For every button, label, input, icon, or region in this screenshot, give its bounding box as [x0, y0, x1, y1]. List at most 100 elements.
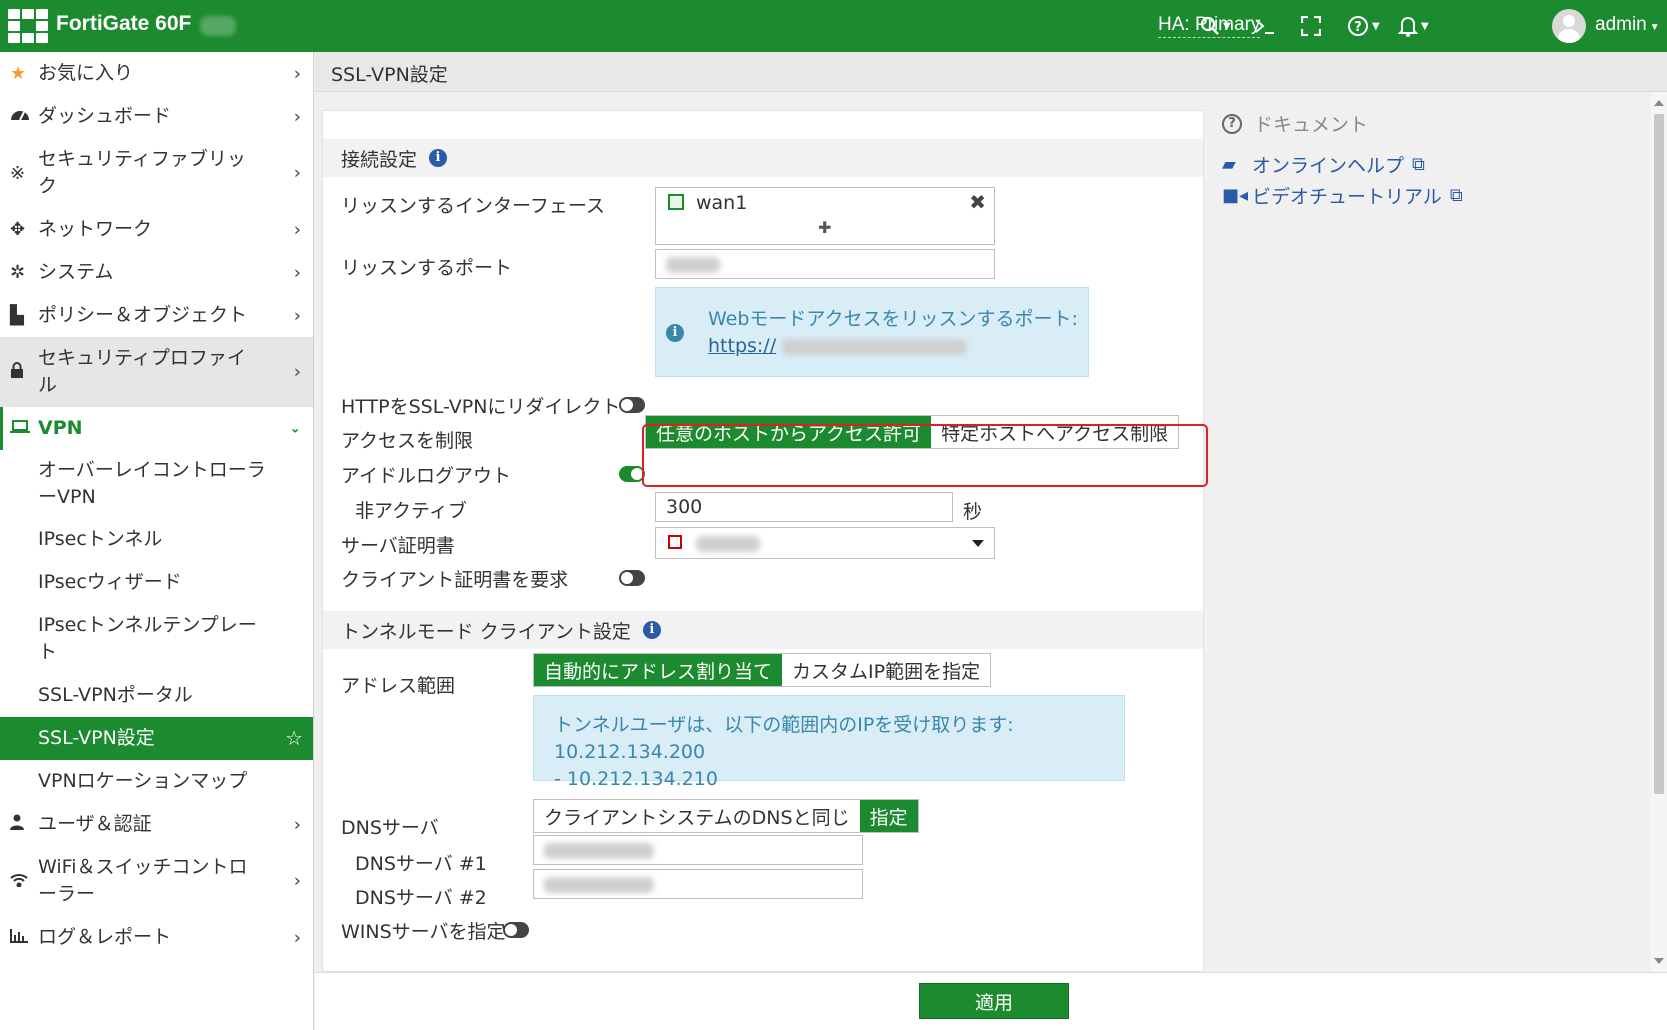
- sidebar-item-dashboard[interactable]: ダッシュボード ›: [0, 95, 313, 138]
- listen-port-input[interactable]: [655, 249, 995, 279]
- sidebar-sub-label: IPsecトンネルテンプレート: [38, 614, 257, 663]
- sidebar-sub-ipsec-wizard[interactable]: IPsecウィザード: [0, 561, 313, 604]
- dns-same-as-client-option[interactable]: クライアントシステムのDNSと同じ: [534, 800, 860, 832]
- redacted-value: [782, 338, 968, 355]
- sidebar-item-network[interactable]: ✥ ネットワーク ›: [0, 208, 313, 251]
- gear-icon: ✲: [10, 262, 26, 283]
- sidebar-item-label: ユーザ＆認証: [38, 813, 152, 835]
- sidebar-item-label: お気に入り: [38, 62, 134, 84]
- info-icon: i: [666, 324, 684, 342]
- sidebar-item-log-report[interactable]: ログ＆レポート ›: [0, 916, 313, 959]
- custom-ip-option[interactable]: カスタムIP範囲を指定: [782, 654, 990, 686]
- sidebar-sub-ssl-portals[interactable]: SSL-VPNポータル: [0, 674, 313, 717]
- wifi-icon: [10, 868, 38, 895]
- redacted-value: [666, 256, 720, 273]
- sidebar-item-label: ネットワーク: [38, 218, 153, 240]
- inactive-input[interactable]: 300: [655, 492, 953, 522]
- sidebar-sub-label: オーバーレイコントローラーVPN: [38, 459, 266, 508]
- laptop-icon: [10, 415, 38, 442]
- tunnel-range-text-2: - 10.212.134.210: [554, 768, 718, 790]
- add-icon[interactable]: ✚: [818, 218, 831, 237]
- sidebar-item-label: ポリシー＆オブジェクト: [38, 304, 248, 326]
- sidebar-item-label: VPN: [38, 417, 83, 439]
- docs-title: ドキュメント: [1254, 114, 1369, 136]
- sidebar-sub-ipsec-template[interactable]: IPsecトンネルテンプレート: [0, 604, 313, 674]
- wins-toggle[interactable]: [503, 922, 529, 938]
- link-label: オンラインヘルプ: [1252, 155, 1405, 177]
- apply-button[interactable]: 適用: [919, 983, 1069, 1019]
- dns-specify-option[interactable]: 指定: [859, 800, 918, 832]
- video-tutorial-link[interactable]: ■◂ ビデオチュートリアル ⧉: [1222, 182, 1463, 209]
- web-mode-link[interactable]: https://: [708, 335, 776, 357]
- avatar[interactable]: [1552, 9, 1586, 43]
- redirect-toggle[interactable]: [619, 397, 645, 413]
- dns1-input[interactable]: [533, 835, 863, 865]
- sidebar-sub-label: SSL-VPNポータル: [38, 684, 193, 706]
- sidebar-sub-vpn-location-map[interactable]: VPNロケーションマップ: [0, 760, 313, 803]
- sidebar-item-system[interactable]: ✲ システム ›: [0, 251, 313, 294]
- tunnel-range-info: トンネルユーザは、以下の範囲内のIPを受け取ります: 10.212.134.20…: [533, 695, 1125, 790]
- terminal-icon[interactable]: [1254, 10, 1276, 42]
- help-circle-icon: ?: [1222, 113, 1242, 134]
- hostname-redacted: [200, 16, 236, 36]
- breadcrumb: SSL-VPN設定: [315, 52, 1667, 92]
- sidebar-item-label: ダッシュボード: [38, 105, 172, 127]
- sidebar-item-security-fabric[interactable]: ※ セキュリティファブリック ›: [0, 138, 313, 208]
- online-help-link[interactable]: ▰ オンラインヘルプ ⧉: [1222, 151, 1463, 178]
- dns2-label: DNSサーバ #2: [355, 887, 487, 909]
- sidebar-item-favorites[interactable]: ★ お気に入り ›: [0, 52, 313, 95]
- scrollbar[interactable]: [1651, 92, 1667, 972]
- svg-text:?: ?: [1354, 20, 1362, 35]
- redirect-label: HTTPをSSL-VPNにリダイレクト: [341, 396, 621, 418]
- sidebar-sub-label: IPsecウィザード: [38, 571, 182, 593]
- fullscreen-icon[interactable]: [1301, 10, 1321, 42]
- sidebar-sub-ipsec-tunnels[interactable]: IPsecトンネル: [0, 518, 313, 561]
- chevron-right-icon: ›: [293, 927, 301, 948]
- device-name: FortiGate 60F: [56, 12, 192, 35]
- chevron-down-icon: ⌄: [289, 420, 301, 436]
- auto-assign-option[interactable]: 自動的にアドレス割り当て: [534, 654, 783, 686]
- sidebar-item-label: WiFi＆スイッチコントローラー: [38, 856, 248, 905]
- sidebar-item-label: ログ＆レポート: [38, 926, 172, 948]
- sidebar-sub-overlay-vpn[interactable]: オーバーレイコントローラーVPN: [0, 450, 313, 518]
- scrollbar-thumb[interactable]: [1654, 114, 1664, 794]
- favorite-star-icon[interactable]: ☆: [285, 725, 303, 752]
- settings-card: 接続設定 i リッスンするインターフェース wan1 ✖ ✚ リッスンするポート…: [322, 110, 1204, 972]
- server-cert-select[interactable]: [655, 527, 995, 559]
- scroll-up-icon[interactable]: [1654, 100, 1664, 106]
- sidebar-item-vpn[interactable]: VPN ⌄: [0, 407, 313, 450]
- sidebar-item-label: システム: [38, 261, 114, 283]
- help-icon[interactable]: ? ▼: [1347, 10, 1380, 42]
- chevron-right-icon: ›: [293, 106, 301, 127]
- chart-icon: [10, 924, 38, 951]
- section-connection: 接続設定 i: [323, 139, 1203, 177]
- sidebar-sub-ssl-settings[interactable]: SSL-VPN設定 ☆: [0, 717, 313, 760]
- sidebar-item-label: セキュリティファブリック: [38, 148, 246, 197]
- tunnel-range-text-1: トンネルユーザは、以下の範囲内のIPを受け取ります: 10.212.134.20…: [554, 714, 1014, 763]
- chevron-right-icon: ›: [293, 305, 301, 326]
- server-cert-label: サーバ証明書: [341, 535, 455, 557]
- sidebar-item-wifi-switch[interactable]: WiFi＆スイッチコントローラー ›: [0, 846, 313, 916]
- search-icon[interactable]: ▼: [1200, 10, 1231, 42]
- username[interactable]: admin ▼: [1595, 14, 1660, 36]
- video-icon: ■◂: [1222, 185, 1249, 206]
- scroll-down-icon[interactable]: [1654, 958, 1664, 964]
- page-title: SSL-VPN設定: [331, 64, 448, 86]
- sidebar-item-security-profiles[interactable]: セキュリティプロファイル ›: [0, 337, 313, 407]
- bell-icon[interactable]: ▼: [1398, 10, 1429, 42]
- chevron-right-icon: ›: [293, 870, 301, 892]
- chevron-right-icon: ›: [293, 361, 301, 383]
- top-bar: FortiGate 60F HA: Primary ▼ ? ▼ ▼ admin ▼: [0, 0, 1667, 52]
- client-cert-toggle[interactable]: [619, 570, 645, 586]
- listen-interface-field[interactable]: wan1 ✖ ✚: [655, 187, 995, 245]
- sidebar-item-user-auth[interactable]: ユーザ＆認証 ›: [0, 803, 313, 846]
- info-icon[interactable]: i: [429, 149, 448, 167]
- sidebar-item-policy-objects[interactable]: ▙ ポリシー＆オブジェクト ›: [0, 294, 313, 337]
- chevron-right-icon: ›: [293, 63, 301, 84]
- info-icon[interactable]: i: [642, 621, 661, 639]
- dns2-input[interactable]: [533, 869, 863, 899]
- interface-name: wan1: [696, 192, 748, 214]
- remove-icon[interactable]: ✖: [969, 190, 986, 214]
- fortinet-logo: [8, 9, 48, 43]
- certificate-icon: [668, 535, 682, 549]
